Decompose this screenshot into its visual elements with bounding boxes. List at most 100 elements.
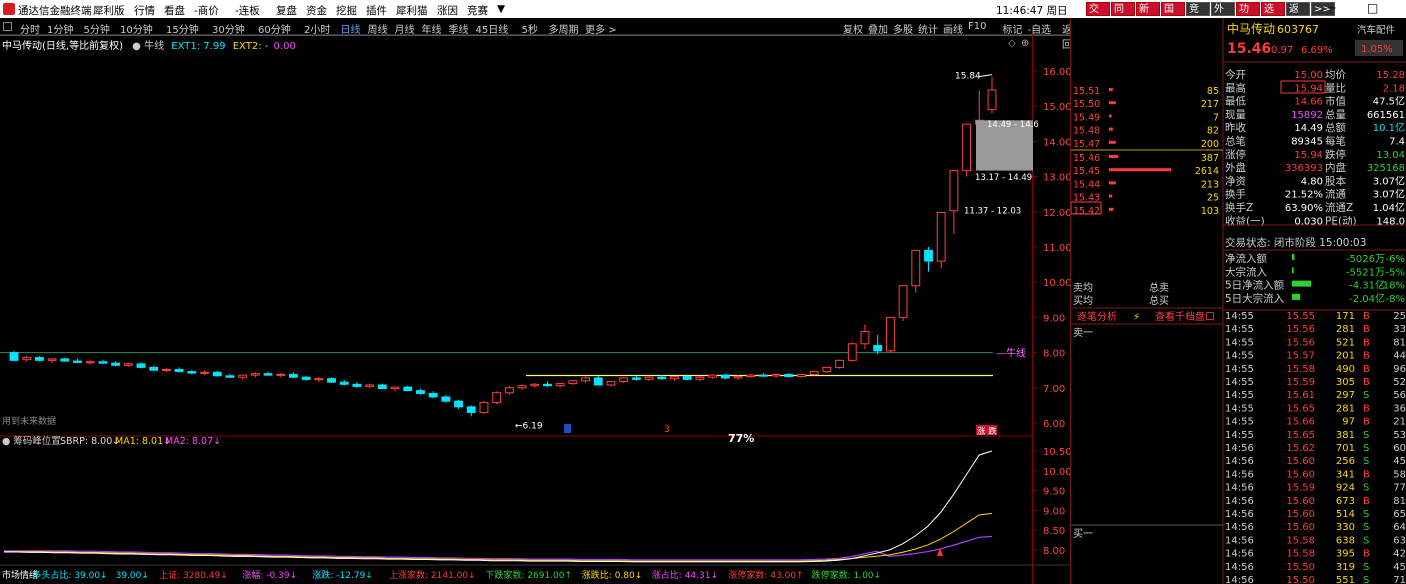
top-tab-3[interactable]: 国队	[1161, 2, 1185, 29]
candle[interactable]	[276, 373, 286, 378]
menu-item-5[interactable]: 复盘	[276, 3, 297, 18]
candle[interactable]	[34, 356, 44, 362]
candle[interactable]	[225, 373, 235, 378]
menu-item-11[interactable]: 竞赛	[467, 3, 488, 18]
menu-item-4[interactable]: -连板	[235, 3, 260, 18]
candle[interactable]	[771, 373, 781, 378]
candle[interactable]	[644, 376, 654, 381]
chart-tool-2[interactable]: 多股	[893, 21, 913, 36]
top-tab-0[interactable]: 交易	[1086, 2, 1110, 29]
menu-item-0[interactable]: 犀利版	[93, 3, 125, 18]
top-tab-1[interactable]: 同花	[1111, 2, 1135, 29]
candle[interactable]	[60, 357, 70, 362]
period-tab-4[interactable]: 15分钟	[166, 21, 199, 36]
candle[interactable]	[492, 391, 502, 404]
candle[interactable]	[949, 170, 959, 234]
period-tab-8[interactable]: 日线	[341, 21, 361, 36]
top-tab-4[interactable]: 竞价	[1186, 2, 1210, 29]
candle[interactable]	[454, 399, 463, 409]
candle[interactable]	[238, 374, 248, 380]
period-tab-2[interactable]: 5分钟	[84, 21, 110, 36]
candle[interactable]	[263, 371, 273, 376]
candle[interactable]	[466, 405, 476, 417]
candle[interactable]	[85, 360, 95, 365]
candle[interactable]	[441, 394, 451, 403]
period-tab-10[interactable]: 月线	[395, 21, 415, 36]
candle[interactable]	[200, 370, 209, 376]
candle[interactable]	[581, 376, 590, 383]
candle[interactable]	[301, 375, 311, 381]
candle[interactable]	[898, 285, 908, 321]
candle[interactable]	[22, 356, 32, 362]
menu-item-6[interactable]: 资金	[306, 3, 327, 18]
candle[interactable]	[47, 358, 57, 364]
period-tab-9[interactable]: 周线	[368, 21, 388, 36]
period-tab-16[interactable]: 更多 >	[585, 21, 617, 36]
candle[interactable]	[327, 377, 336, 383]
candle[interactable]	[416, 388, 425, 395]
candle[interactable]	[288, 372, 298, 378]
candle[interactable]	[365, 383, 375, 389]
candle[interactable]	[428, 391, 438, 399]
candle[interactable]	[987, 76, 997, 114]
candle[interactable]	[911, 250, 921, 293]
menu-item-9[interactable]: 犀利猫	[396, 3, 428, 18]
candle[interactable]	[161, 368, 171, 373]
top-tab-8[interactable]: 返回	[1286, 2, 1310, 29]
candle[interactable]	[98, 359, 108, 364]
candle[interactable]	[720, 373, 730, 380]
menu-item-7[interactable]: 挖掘	[336, 3, 357, 18]
candle[interactable]	[352, 382, 362, 388]
candle[interactable]	[149, 365, 159, 371]
candle[interactable]	[530, 382, 540, 388]
candle[interactable]	[847, 342, 857, 362]
chart-tool-7[interactable]: -自选	[1028, 21, 1052, 36]
candle[interactable]	[924, 247, 933, 272]
candle[interactable]	[123, 362, 133, 367]
candle[interactable]	[885, 316, 895, 353]
chart-tool-0[interactable]: 复权	[843, 21, 863, 36]
candle[interactable]	[73, 358, 82, 364]
candle[interactable]	[212, 370, 222, 377]
candle[interactable]	[339, 380, 349, 386]
candle[interactable]	[555, 382, 565, 388]
candle[interactable]	[136, 362, 146, 369]
candle[interactable]	[835, 359, 845, 369]
candle[interactable]	[974, 90, 984, 125]
period-tab-14[interactable]: 5秒	[522, 21, 538, 36]
top-tab-5[interactable]: 外资	[1211, 2, 1235, 29]
period-tab-13[interactable]: 45日线	[476, 21, 509, 36]
period-tab-6[interactable]: 60分钟	[258, 21, 291, 36]
candle[interactable]	[543, 381, 552, 388]
top-tab-7[interactable]: 选项	[1261, 2, 1285, 29]
candle[interactable]	[695, 375, 705, 382]
candle[interactable]	[631, 375, 641, 381]
candle[interactable]	[619, 377, 629, 383]
candle[interactable]	[746, 373, 756, 378]
candle[interactable]	[187, 370, 197, 375]
candle[interactable]	[784, 373, 794, 378]
candle[interactable]	[670, 375, 679, 381]
chart-tool-4[interactable]: 画线	[943, 21, 963, 36]
kline-chart-svg[interactable]: 16.00 15.00 14.00 13.00 12.00 11.00 10.00 9.00 8…	[0, 35, 1072, 584]
top-tab-6[interactable]: 功能	[1236, 2, 1260, 29]
menu-item-12[interactable]: ▼	[497, 3, 505, 15]
candle[interactable]	[111, 361, 121, 366]
period-tab-12[interactable]: 季线	[449, 21, 469, 36]
chart-tool-5[interactable]: F10	[968, 21, 986, 32]
candle[interactable]	[250, 372, 260, 378]
candle[interactable]	[403, 385, 413, 392]
candle[interactable]	[860, 324, 870, 350]
candle[interactable]	[797, 373, 806, 378]
candle[interactable]	[377, 383, 387, 390]
panel-toggle-icon[interactable]	[3, 22, 12, 31]
period-tab-15[interactable]: 多周期	[549, 21, 579, 36]
candle[interactable]	[390, 386, 400, 392]
candle[interactable]	[174, 367, 184, 373]
menu-item-3[interactable]: -商价	[194, 3, 219, 18]
chart-tool-6[interactable]: 标记	[1003, 21, 1023, 36]
candle[interactable]	[936, 211, 946, 269]
candle[interactable]	[479, 401, 489, 414]
period-tab-5[interactable]: 30分钟	[212, 21, 245, 36]
candle[interactable]	[314, 377, 324, 383]
